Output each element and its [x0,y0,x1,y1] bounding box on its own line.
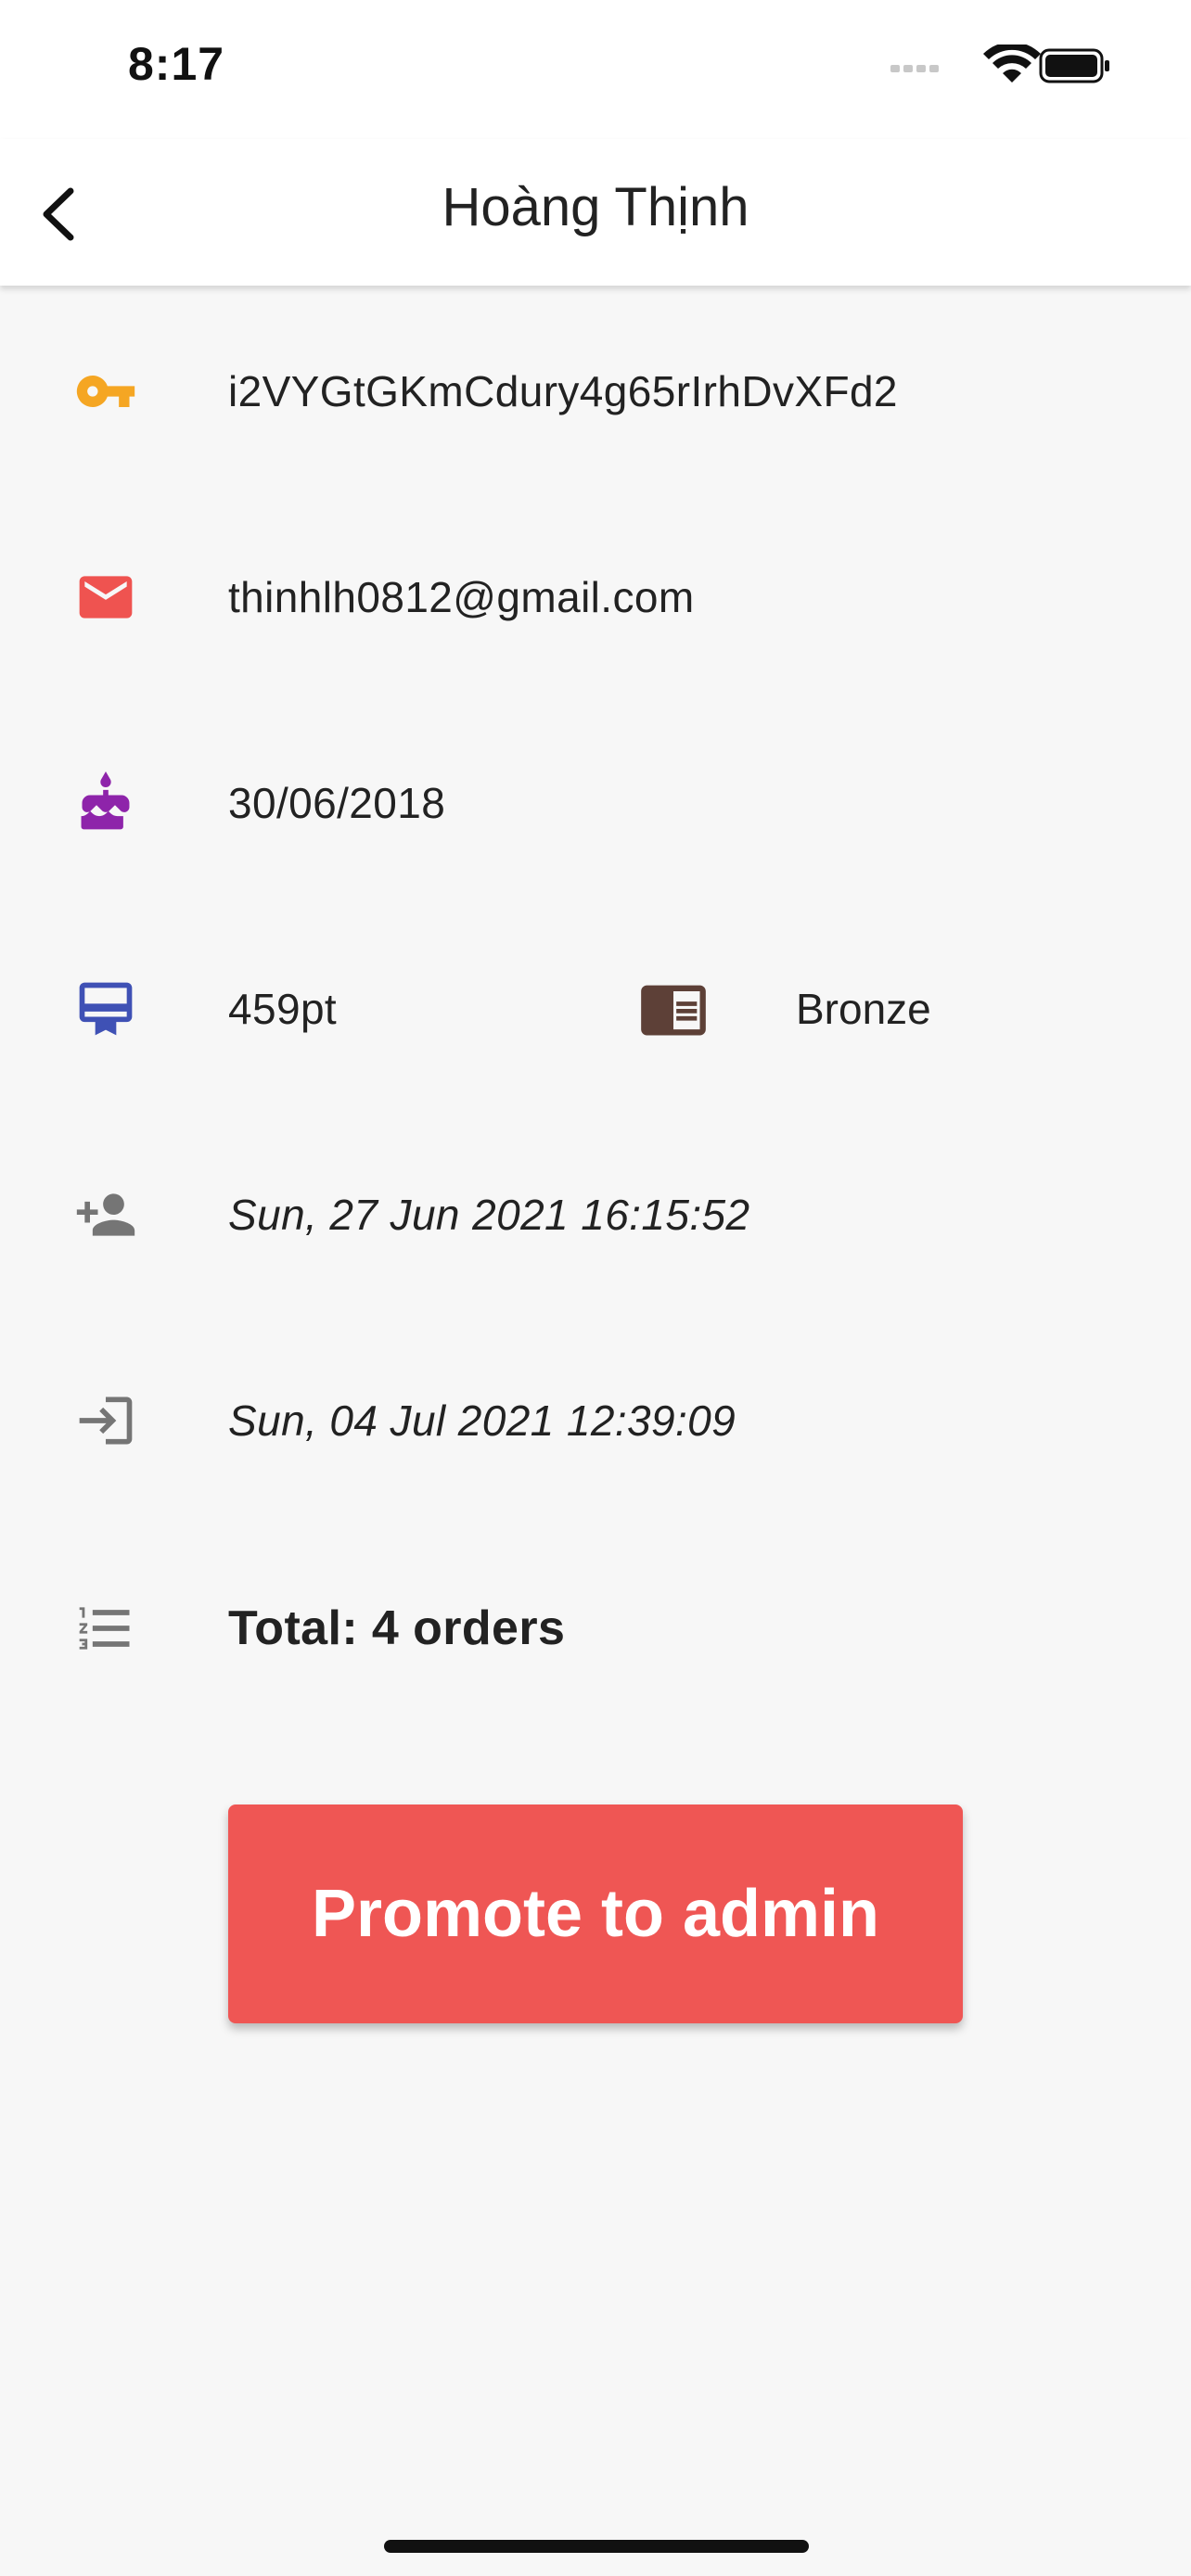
created-row: Sun, 27 Jun 2021 16:15:52 [0,1159,1191,1270]
email-icon [74,566,137,629]
last-login-row: Sun, 04 Jul 2021 12:39:09 [0,1365,1191,1476]
order-list-icon [74,1597,137,1660]
email-value[interactable]: thinhlh0812@gmail.com [228,572,695,622]
home-indicator [384,2540,809,2553]
promote-to-admin-button[interactable]: Promote to admin [228,1804,963,2023]
cake-icon [74,772,137,835]
loyalty-card-icon [74,977,137,1040]
status-bar: 8:17 [0,0,1191,139]
app-bar: Hoàng Thịnh [0,139,1191,286]
last-login-value: Sun, 04 Jul 2021 12:39:09 [228,1396,736,1445]
wifi-icon [983,42,1041,83]
signal-icon [890,65,939,72]
birthday-row: 30/06/2018 [0,747,1191,859]
points-row: 459pt Bronze [0,953,1191,1065]
birthday-value: 30/06/2018 [228,779,446,827]
orders-row[interactable]: Total: 4 orders [0,1573,1191,1684]
person-add-icon [74,1183,137,1246]
created-at-value: Sun, 27 Jun 2021 16:15:52 [228,1191,750,1239]
page-title: Hoàng Thịnh [442,177,749,237]
status-icons [890,42,1113,87]
battery-icon [1039,48,1109,83]
status-time: 8:17 [128,38,225,90]
login-icon [74,1389,137,1452]
orders-total: Total: 4 orders [228,1601,566,1655]
uid-row: i2VYGtGKmCdury4g65rIrhDvXFd2 [0,336,1191,447]
key-icon [74,360,137,423]
uid-value: i2VYGtGKmCdury4g65rIrhDvXFd2 [228,367,898,415]
tier-book-icon [638,974,709,1044]
email-row: thinhlh0812@gmail.com [0,542,1191,653]
points-value: 459pt [228,985,338,1033]
tier-value: Bronze [796,985,931,1033]
